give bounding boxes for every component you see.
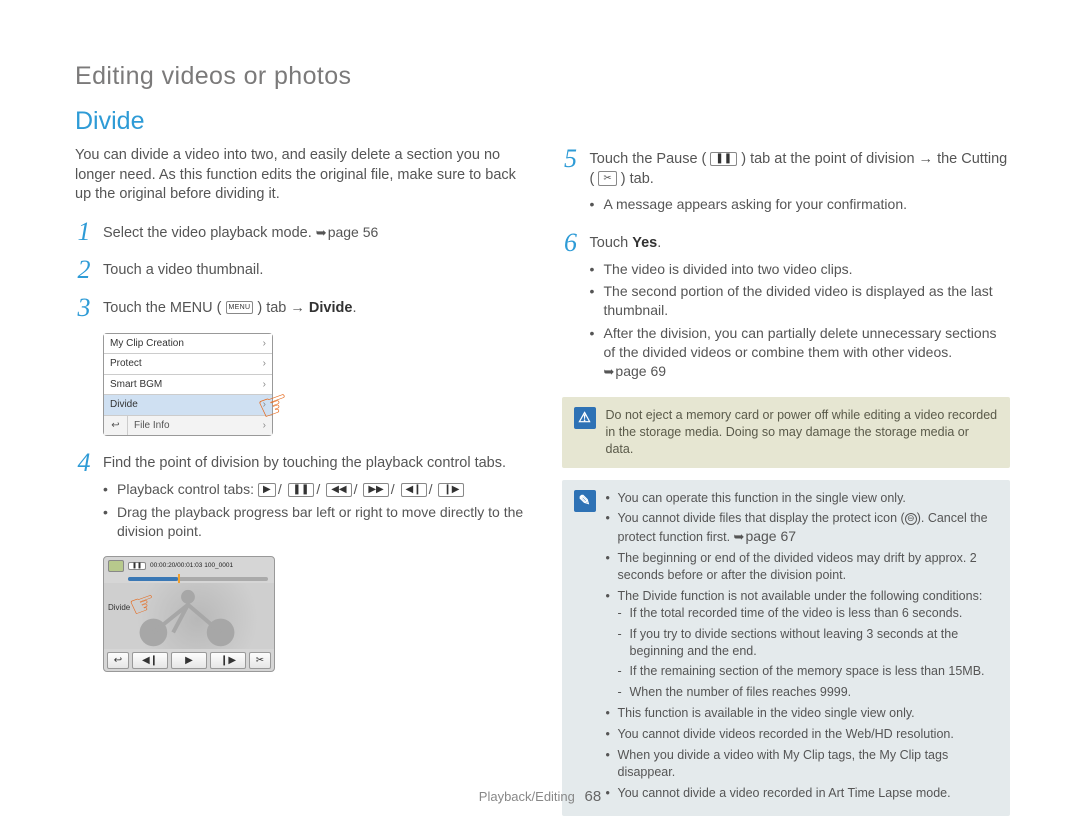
menu-item-selected: Divide› [104, 395, 272, 416]
step-number: 2 [75, 257, 93, 283]
info-subitem: If you try to divide sections without le… [618, 626, 999, 660]
step-6-bullet-3: After the division, you can partially de… [590, 324, 1011, 381]
pause-icon: ❚❚ [710, 152, 737, 166]
step-4-text: Find the point of division by touching t… [103, 455, 506, 471]
intro-text: You can divide a video into two, and eas… [75, 146, 524, 205]
thumbnail-icon [108, 560, 124, 572]
step-6-bold: Yes [632, 235, 657, 251]
menu-footer: ↩ File Info› [104, 416, 272, 436]
step-3-mid: ) tab → [257, 300, 309, 316]
page-footer: Playback/Editing 68 [0, 788, 1080, 805]
back-icon: ↩ [104, 416, 128, 436]
step-2: 2 Touch a video thumbnail. [75, 257, 524, 283]
play-icon: ▶ [258, 483, 276, 497]
step-number: 6 [562, 230, 580, 256]
page-ref: page 56 [316, 224, 379, 240]
step-3-bold: Divide [309, 300, 353, 316]
step-6-bullet-2: The second portion of the divided video … [590, 282, 1011, 320]
info-subitem: If the remaining section of the memory s… [618, 663, 999, 680]
info-icon: ✎ [574, 490, 596, 512]
menu-screenshot: My Clip Creation› Protect› Smart BGM› Di… [103, 333, 273, 437]
frame-forward-icon: ❙▶ [438, 483, 464, 497]
fast-forward-icon: ▶▶ [363, 483, 388, 497]
step-number: 4 [75, 450, 93, 476]
step-1: 1 Select the video playback mode. page 5… [75, 219, 524, 245]
info-item: This function is available in the video … [606, 705, 999, 722]
scissors-icon: ✂ [598, 171, 616, 187]
info-subitem: If the total recorded time of the video … [618, 605, 999, 622]
info-item: You cannot divide videos recorded in the… [606, 726, 999, 743]
step-4: 4 Find the point of division by touching… [75, 450, 524, 544]
step-number: 1 [75, 219, 93, 245]
timecode: 00:00:20/00:01:03 100_0001 [150, 562, 233, 571]
info-list: You can operate this function in the sin… [606, 490, 999, 806]
frame-forward-icon: ❙▶ [210, 652, 246, 669]
chevron-right-icon: › [263, 378, 266, 392]
step-5-pre: Touch the Pause ( [590, 151, 707, 167]
info-item: The Divide function is not available und… [606, 588, 999, 701]
pause-icon: ❚❚ [288, 483, 315, 497]
pause-icon: ❚❚ [128, 562, 146, 570]
step-5-bullet: A message appears asking for your confir… [590, 195, 1011, 214]
step-1-text: Select the video playback mode. [103, 225, 316, 241]
chevron-right-icon: › [263, 398, 266, 412]
video-screenshot: ❚❚ 00:00:20/00:01:03 100_0001 Divide ☞ ↩… [103, 556, 275, 672]
chevron-right-icon: › [263, 337, 266, 351]
back-icon: ↩ [107, 652, 129, 669]
step-4-bullet-2: Drag the playback progress bar left or r… [103, 503, 524, 541]
rewind-icon: ◀◀ [326, 483, 351, 497]
step-3-post: . [352, 300, 356, 316]
warning-text: Do not eject a memory card or power off … [606, 407, 999, 458]
page-ref: page 69 [604, 363, 667, 379]
chevron-right-icon: › [263, 419, 266, 433]
page-title: Editing videos or photos [75, 62, 1010, 91]
menu-item: Protect› [104, 354, 272, 375]
info-item: When you divide a video with My Clip tag… [606, 747, 999, 781]
divide-label: Divide [108, 603, 130, 614]
step-6-bullet-1: The video is divided into two video clip… [590, 260, 1011, 279]
two-column-layout: You can divide a video into two, and eas… [75, 146, 1010, 816]
page-ref: page 67 [734, 528, 797, 544]
info-note: ✎ You can operate this function in the s… [562, 480, 1011, 816]
info-item: You can operate this function in the sin… [606, 490, 999, 507]
info-item: The beginning or end of the divided vide… [606, 550, 999, 584]
protect-icon [905, 513, 917, 525]
footer-section: Playback/Editing [479, 789, 575, 804]
warning-icon: ⚠ [574, 407, 596, 429]
chevron-right-icon: › [263, 357, 266, 371]
step-6-pre: Touch [590, 235, 633, 251]
step-number: 3 [75, 295, 93, 321]
right-column: 5 Touch the Pause ( ❚❚ ) tab at the poin… [562, 146, 1011, 816]
frame-back-icon: ◀❙ [132, 652, 168, 669]
playback-controls: ↩ ◀❙ ▶ ❙▶ ✂ [107, 652, 271, 669]
step-4-bullet-1: Playback control tabs: ▶/ ❚❚/ ◀◀/ ▶▶/ ◀❙… [103, 480, 524, 499]
menu-item: My Clip Creation› [104, 334, 272, 355]
step-6-post: . [657, 235, 661, 251]
step-5: 5 Touch the Pause ( ❚❚ ) tab at the poin… [562, 146, 1011, 218]
menu-tab-icon: MENU [226, 301, 254, 314]
step-3: 3 Touch the MENU ( MENU ) tab → Divide. [75, 295, 524, 321]
menu-item: Smart BGM› [104, 375, 272, 396]
step-number: 5 [562, 146, 580, 172]
page-number: 68 [585, 788, 602, 805]
warning-note: ⚠ Do not eject a memory card or power of… [562, 397, 1011, 468]
scissors-icon: ✂ [249, 652, 271, 669]
section-title: Divide [75, 107, 1010, 136]
step-2-text: Touch a video thumbnail. [103, 257, 524, 281]
left-column: You can divide a video into two, and eas… [75, 146, 524, 816]
play-icon: ▶ [171, 652, 207, 669]
step-6: 6 Touch Yes. The video is divided into t… [562, 230, 1011, 385]
step-5-mid2: ) tab. [621, 171, 654, 187]
frame-back-icon: ◀❙ [401, 483, 427, 497]
info-subitem: When the number of files reaches 9999. [618, 684, 999, 701]
step-3-pre: Touch the MENU ( [103, 300, 221, 316]
info-item: You cannot divide files that display the… [606, 510, 999, 546]
